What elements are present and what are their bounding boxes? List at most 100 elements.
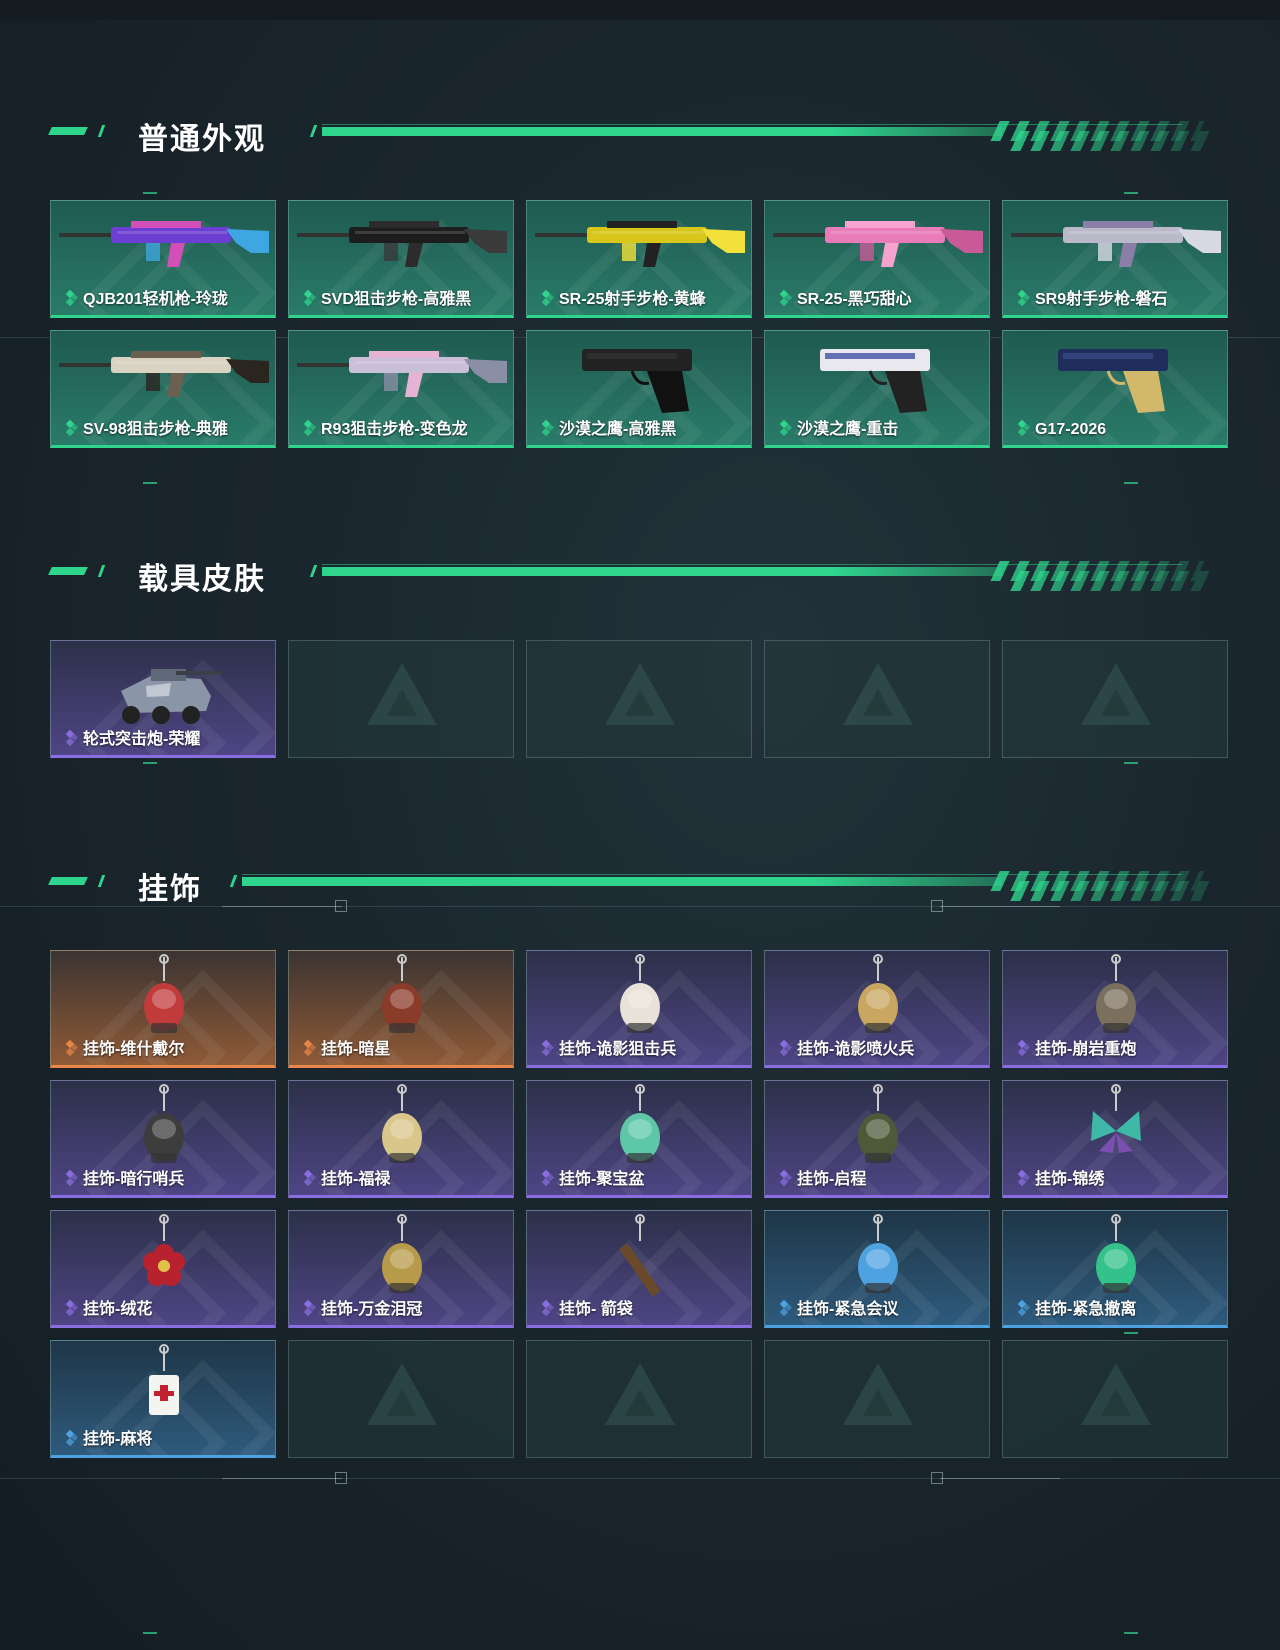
empty-slot <box>526 1340 752 1458</box>
item-label: 挂饰-紧急会议 <box>797 1301 899 1318</box>
item-card[interactable]: 挂饰-崩岩重炮 <box>1002 950 1228 1068</box>
rarity-diamond-icon <box>65 1300 79 1316</box>
header-dash <box>48 127 88 135</box>
rarity-diamond-icon <box>1017 1040 1031 1056</box>
item-label: R93狙击步枪-变色龙 <box>321 421 468 438</box>
item-card[interactable]: SR-25射手步枪-黄蜂 <box>526 200 752 318</box>
item-card[interactable]: 挂饰-维什戴尔 <box>50 950 276 1068</box>
frame-tick <box>1124 762 1138 764</box>
item-label: 挂饰-聚宝盆 <box>559 1171 645 1188</box>
item-label: 挂饰- 箭袋 <box>559 1301 633 1318</box>
header-bar <box>322 127 1002 136</box>
item-card[interactable]: 挂饰-诡影狙击兵 <box>526 950 752 1068</box>
item-label: SR-25射手步枪-黄蜂 <box>559 291 706 308</box>
section-header-charms: 挂饰 <box>0 866 1280 906</box>
section-title: 载具皮肤 <box>138 563 266 596</box>
item-card[interactable]: 挂饰-聚宝盆 <box>526 1080 752 1198</box>
frame-tick <box>143 192 157 194</box>
item-label: SV-98狙击步枪-典雅 <box>83 421 228 438</box>
header-slash <box>309 125 318 137</box>
logo-watermark-icon <box>625 1389 655 1416</box>
rarity-diamond-icon <box>779 290 793 306</box>
header-slash <box>309 565 318 577</box>
rarity-diamond-icon <box>541 420 555 436</box>
item-card[interactable]: SR9射手步枪-磐石 <box>1002 200 1228 318</box>
item-card[interactable]: 挂饰- 箭袋 <box>526 1210 752 1328</box>
item-card[interactable]: 沙漠之鹰-高雅黑 <box>526 330 752 448</box>
item-card[interactable]: QJB201轻机枪-玲珑 <box>50 200 276 318</box>
rarity-diamond-icon <box>1017 1300 1031 1316</box>
item-card[interactable]: 沙漠之鹰-重击 <box>764 330 990 448</box>
item-card[interactable]: SR-25-黑巧甜心 <box>764 200 990 318</box>
frame-line <box>940 1478 1060 1479</box>
header-bar <box>322 567 1002 576</box>
item-label: 挂饰-锦绣 <box>1035 1171 1105 1188</box>
header-bar <box>242 877 1002 886</box>
header-dash <box>48 877 88 885</box>
item-card[interactable]: G17-2026 <box>1002 330 1228 448</box>
item-card[interactable]: 挂饰-万金泪冠 <box>288 1210 514 1328</box>
rarity-diamond-icon <box>541 290 555 306</box>
frame-tick <box>143 482 157 484</box>
item-label: 挂饰-麻将 <box>83 1431 153 1448</box>
item-card[interactable]: 挂饰-暗行哨兵 <box>50 1080 276 1198</box>
frame-square <box>335 1472 347 1484</box>
item-card[interactable]: R93狙击步枪-变色龙 <box>288 330 514 448</box>
logo-watermark-icon <box>625 689 655 716</box>
item-card[interactable]: 轮式突击炮-荣耀 <box>50 640 276 758</box>
item-label: 挂饰-绒花 <box>83 1301 153 1318</box>
item-label: 轮式突击炮-荣耀 <box>83 731 201 748</box>
item-card[interactable]: 挂饰-诡影喷火兵 <box>764 950 990 1068</box>
rarity-diamond-icon <box>65 1170 79 1186</box>
frame-tick <box>1124 192 1138 194</box>
frame-tick <box>1124 1632 1138 1634</box>
empty-slot <box>288 640 514 758</box>
empty-slot <box>526 640 752 758</box>
empty-slot <box>288 1340 514 1458</box>
item-card[interactable]: 挂饰-福禄 <box>288 1080 514 1198</box>
rarity-diamond-icon <box>1017 290 1031 306</box>
top-bar <box>0 0 1280 20</box>
section-title: 普通外观 <box>138 123 266 156</box>
item-label: 挂饰-紧急撤离 <box>1035 1301 1137 1318</box>
header-checker <box>1000 571 1215 591</box>
rarity-diamond-icon <box>303 1170 317 1186</box>
rarity-diamond-icon <box>303 1040 317 1056</box>
rarity-diamond-icon <box>541 1040 555 1056</box>
rarity-diamond-icon <box>303 1300 317 1316</box>
logo-watermark-icon <box>387 1389 417 1416</box>
item-card[interactable]: 挂饰-暗星 <box>288 950 514 1068</box>
header-slash <box>97 565 106 577</box>
rarity-diamond-icon <box>65 1430 79 1446</box>
item-card[interactable]: 挂饰-启程 <box>764 1080 990 1198</box>
item-label: SVD狙击步枪-高雅黑 <box>321 291 472 308</box>
rarity-diamond-icon <box>779 1300 793 1316</box>
item-card[interactable]: 挂饰-锦绣 <box>1002 1080 1228 1198</box>
item-card[interactable]: 挂饰-紧急撤离 <box>1002 1210 1228 1328</box>
frame-line <box>940 906 1060 907</box>
item-card[interactable]: 挂饰-绒花 <box>50 1210 276 1328</box>
section-header-vehicle: 载具皮肤 <box>0 556 1280 596</box>
header-slash <box>97 875 106 887</box>
frame-line <box>222 1478 342 1479</box>
rarity-diamond-icon <box>541 1300 555 1316</box>
item-label: SR9射手步枪-磐石 <box>1035 291 1168 308</box>
rarity-diamond-icon <box>779 420 793 436</box>
logo-watermark-icon <box>1101 1389 1131 1416</box>
section-header-appearance: 普通外观 <box>0 116 1280 156</box>
item-label: 挂饰-维什戴尔 <box>83 1041 185 1058</box>
item-card[interactable]: SV-98狙击步枪-典雅 <box>50 330 276 448</box>
rarity-diamond-icon <box>65 290 79 306</box>
rarity-diamond-icon <box>303 290 317 306</box>
rarity-diamond-icon <box>779 1040 793 1056</box>
rarity-diamond-icon <box>779 1170 793 1186</box>
item-label: 挂饰-暗行哨兵 <box>83 1171 185 1188</box>
item-label: 沙漠之鹰-重击 <box>797 421 899 438</box>
empty-slot <box>764 1340 990 1458</box>
frame-tick <box>143 1632 157 1634</box>
item-label: 挂饰-崩岩重炮 <box>1035 1041 1137 1058</box>
item-card[interactable]: SVD狙击步枪-高雅黑 <box>288 200 514 318</box>
item-label: 挂饰-启程 <box>797 1171 867 1188</box>
item-card[interactable]: 挂饰-紧急会议 <box>764 1210 990 1328</box>
item-card[interactable]: 挂饰-麻将 <box>50 1340 276 1458</box>
